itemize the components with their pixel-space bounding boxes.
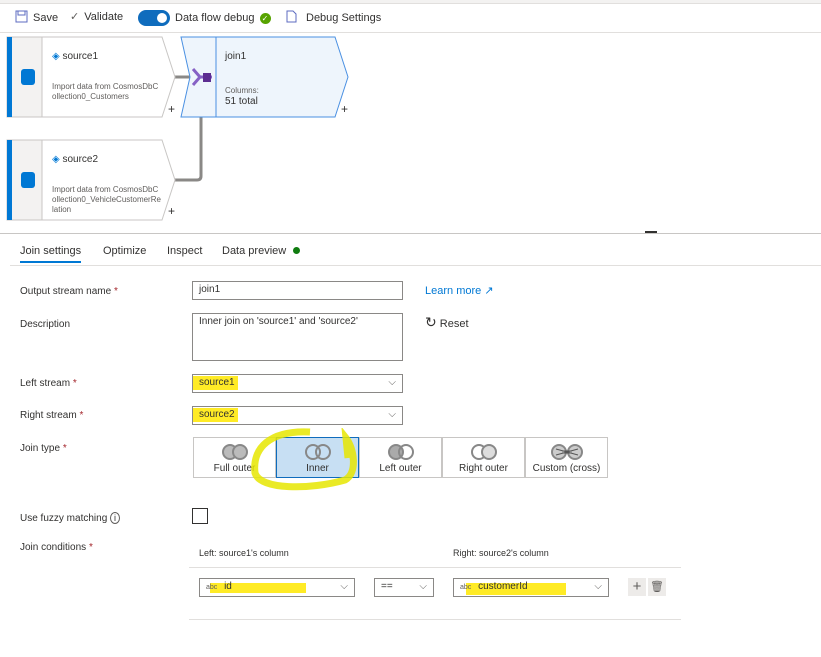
join-conditions-label: Join conditions * [20,542,93,553]
tab-inspect[interactable]: Inspect [167,245,202,257]
join-type-right-outer[interactable]: Right outer [442,437,525,478]
join-type-label: Join type * [20,443,67,454]
add-after-join1[interactable]: + [341,102,348,116]
tab-join-settings[interactable]: Join settings [20,245,82,263]
cosmos-icon: ◈ [52,51,63,62]
debug-toggle[interactable]: Data flow debug ✓ [138,10,271,26]
left-outer-icon [387,444,414,460]
debug-settings-button[interactable]: Debug Settings [285,10,381,26]
join-type-left-outer[interactable]: Left outer [359,437,442,478]
cross-join-icon [550,444,583,460]
validate-button[interactable]: ✓ Validate [70,10,123,24]
string-type-icon: abc [206,584,218,591]
external-link-icon: ↗ [484,285,494,297]
reset-icon: ↻ [425,314,437,330]
source1-desc: Import data from CosmosDbCollection0_Cus… [52,82,159,101]
reset-button[interactable]: ↻ Reset [425,314,469,331]
debug-settings-icon [285,10,297,26]
delete-condition-button[interactable]: 🗑 [648,578,666,596]
add-after-source2[interactable]: + [168,204,175,218]
database-icon [21,172,35,188]
fuzzy-checkbox[interactable] [192,508,208,524]
join1-node[interactable]: join1 [225,51,246,62]
columns-value: 51 total [225,96,258,107]
chevron-down-icon: ⌵ [388,377,396,388]
columns-label: Columns: [225,86,259,95]
right-column-select[interactable]: abc customerId ⌵ [453,578,609,597]
chevron-down-icon: ⌵ [340,581,348,592]
cosmos-icon: ◈ [52,154,63,165]
source2-desc: Import data from CosmosDbCollection0_Veh… [52,185,161,214]
trash-icon: 🗑 [650,581,664,593]
right-stream-label: Right stream * [20,410,84,421]
left-column-select[interactable]: abc id ⌵ [199,578,355,597]
output-stream-input[interactable]: join1 [192,281,403,300]
left-stream-label: Left stream * [20,378,77,389]
left-column-header: Left: source1's column [199,548,289,558]
chevron-down-icon: ⌵ [419,581,427,592]
success-check-icon: ✓ [259,12,271,24]
save-icon [15,10,28,26]
toggle-switch[interactable] [138,10,170,26]
database-icon [21,69,35,85]
tab-optimize[interactable]: Optimize [103,245,146,257]
full-outer-icon [221,444,248,460]
join-type-custom-cross[interactable]: Custom (cross) [525,437,608,478]
fuzzy-label: Use fuzzy matching i [20,512,121,524]
yellow-circle-annotation [251,428,357,491]
left-stream-select[interactable]: source1 ⌵ [192,374,403,393]
right-column-header: Right: source2's column [453,548,549,558]
tab-data-preview[interactable]: Data preview [222,245,301,257]
description-textarea[interactable]: Inner join on 'source1' and 'source2' [192,313,403,361]
chevron-down-icon: ⌵ [594,581,602,592]
check-icon: ✓ [70,11,80,23]
chevron-down-icon: ⌵ [388,409,396,420]
save-button[interactable]: Save [15,10,58,26]
info-icon: i [110,512,121,524]
learn-more-link[interactable]: Learn more ↗ [425,284,494,297]
right-stream-select[interactable]: source2 ⌵ [192,406,403,425]
string-type-icon: abc [460,584,472,591]
operator-select[interactable]: == ⌵ [374,578,434,597]
resize-handle[interactable] [645,231,657,233]
right-outer-icon [470,444,497,460]
source2-node[interactable]: ◈ source2 [52,154,98,165]
add-condition-button[interactable]: + [628,578,646,596]
add-after-source1[interactable]: + [168,102,175,116]
description-label: Description [20,319,71,330]
source1-node[interactable]: ◈ source1 [52,51,98,62]
output-stream-label: Output stream name * [20,286,118,297]
status-dot-icon [293,247,301,254]
